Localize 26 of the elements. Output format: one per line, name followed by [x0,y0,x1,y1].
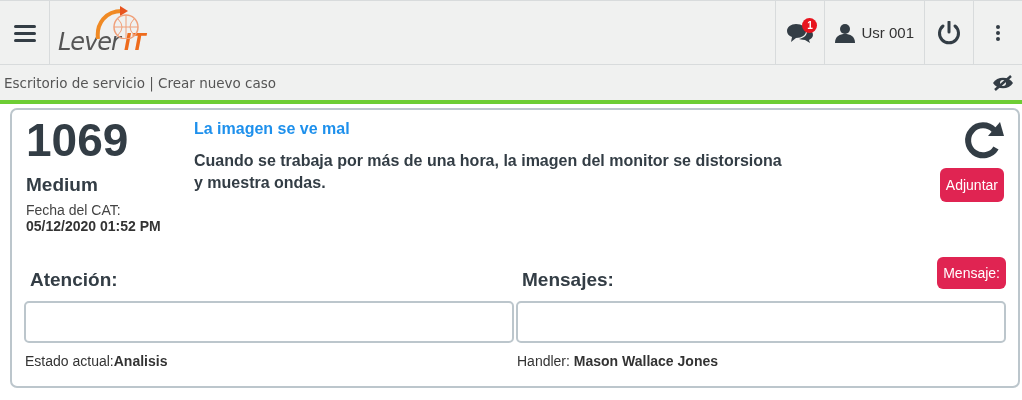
case-description: Cuando se trabaja por más de una hora, la imagen del monitor se distorsiona y muestra ondas. [194,151,783,193]
input-field[interactable] [516,301,1006,343]
message-button[interactable]: Mensaje: [937,257,1006,289]
case-title: La imagen se ve mal [194,120,351,138]
user-menu[interactable]: Usr 001 [824,1,924,64]
case-number: 1069 [26,114,130,166]
date-value: 05/12/2020 01:52 PM [26,218,162,234]
section-heading: Mensajes: [522,269,614,291]
power-icon[interactable] [937,20,961,45]
status-text: Handler: Mason Wallace Jones [516,353,719,369]
date-label: Fecha del CAT: [26,202,122,218]
logo-suffix: IT [124,28,146,56]
more-icon[interactable] [996,24,1000,41]
input-field[interactable] [24,301,514,343]
menu-icon[interactable] [13,23,36,42]
priority-label: Medium [26,174,99,196]
breadcrumb: Escritorio de servicio | Crear nuevo caso [4,74,277,91]
section-heading: Atención: [30,269,118,291]
chat-icon[interactable] [787,21,814,44]
attach-button[interactable]: Adjuntar [939,168,1004,202]
notification-badge: 1 [802,18,818,33]
user-name: Usr 001 [861,24,914,41]
logo-text: Lever [58,28,120,56]
user-icon [835,22,856,43]
status-text: Estado actual:Analisis [24,353,169,369]
eye-slash-icon[interactable] [992,74,1014,91]
